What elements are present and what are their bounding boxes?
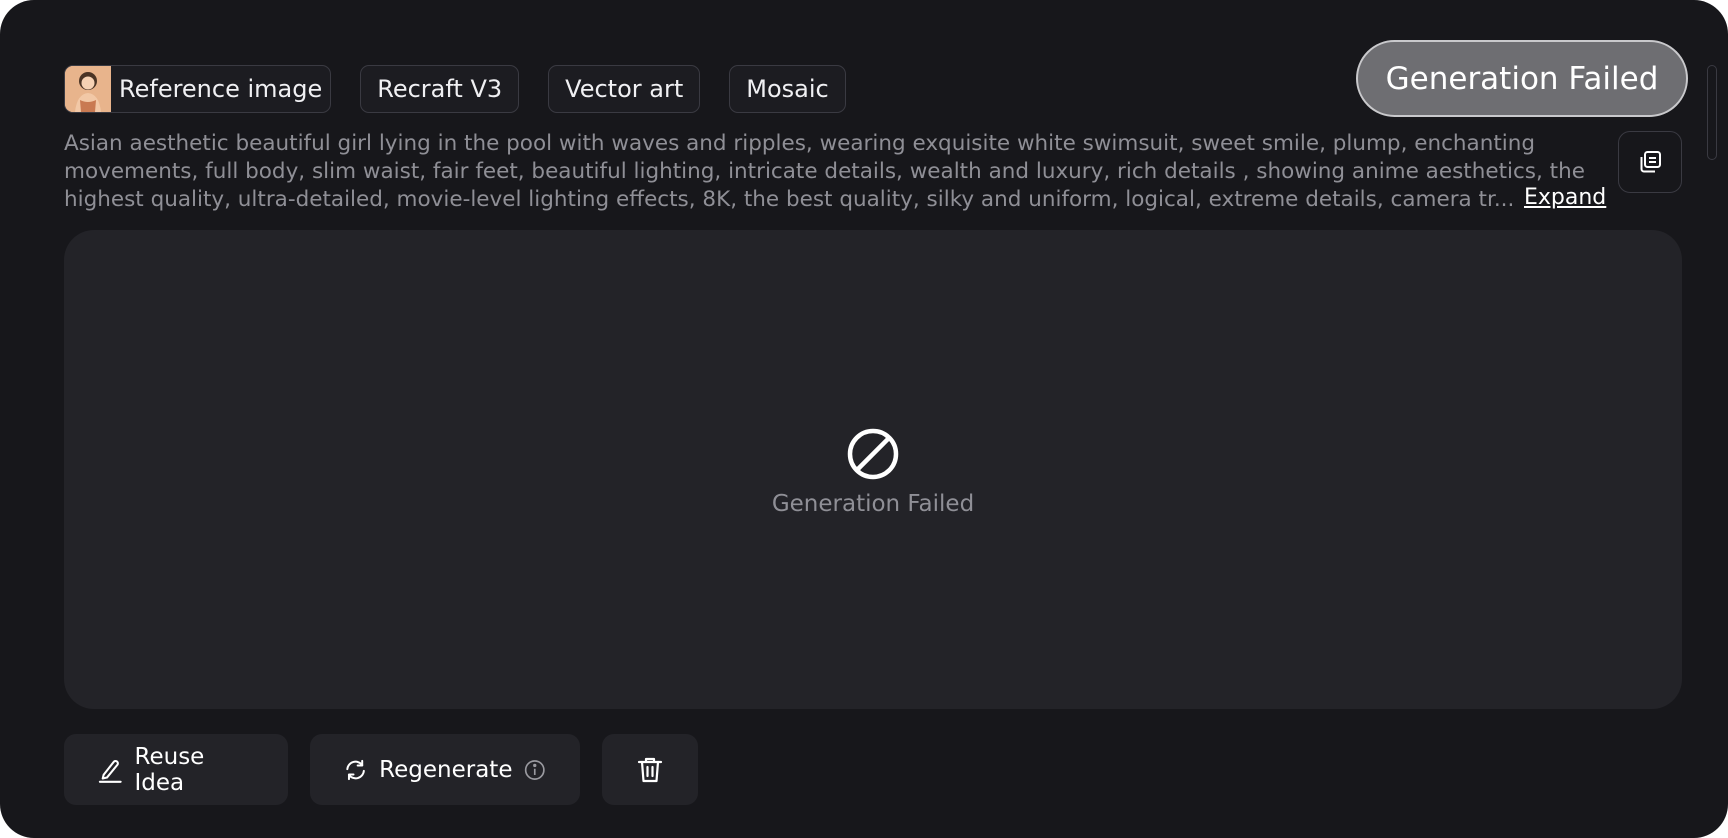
- style-chip[interactable]: Vector art: [548, 65, 701, 113]
- chip-label: Mosaic: [746, 75, 829, 103]
- substyle-chip[interactable]: Mosaic: [729, 65, 846, 113]
- expand-link[interactable]: Expand: [1518, 185, 1607, 210]
- regenerate-button[interactable]: Regenerate: [310, 734, 580, 805]
- scrollbar[interactable]: [1707, 65, 1717, 160]
- chip-label: Vector art: [565, 75, 684, 103]
- trash-icon: [637, 757, 663, 782]
- reference-thumbnail: [65, 66, 111, 112]
- prohibited-icon: [847, 428, 899, 480]
- generation-failed-label: Generation Failed: [771, 491, 975, 517]
- reuse-idea-button[interactable]: Reuse Idea: [64, 734, 288, 805]
- chip-label: Recraft V3: [377, 75, 503, 103]
- chip-label: Reference image: [119, 75, 323, 103]
- tag-chip-row: Reference image Recraft V3 Vector art Mo…: [64, 65, 846, 113]
- action-bar: Reuse Idea Regenerate: [64, 734, 698, 805]
- copy-prompt-button[interactable]: [1618, 131, 1682, 193]
- copy-icon: [1640, 151, 1661, 173]
- model-chip[interactable]: Recraft V3: [360, 65, 520, 113]
- delete-button[interactable]: [602, 734, 698, 805]
- pencil-icon: [98, 759, 122, 783]
- generation-status-pill: Generation Failed: [1356, 40, 1688, 117]
- reference-image-chip[interactable]: Reference image: [64, 65, 332, 113]
- generation-card: Reference image Recraft V3 Vector art Mo…: [0, 0, 1728, 838]
- prompt-text: Asian aesthetic beautiful girl lying in …: [64, 131, 1585, 212]
- prompt-text-block: Asian aesthetic beautiful girl lying in …: [64, 130, 1604, 214]
- info-icon[interactable]: [524, 757, 546, 783]
- regenerate-label: Regenerate: [379, 756, 513, 783]
- reuse-idea-label: Reuse Idea: [134, 743, 205, 796]
- regenerate-icon: [346, 759, 365, 780]
